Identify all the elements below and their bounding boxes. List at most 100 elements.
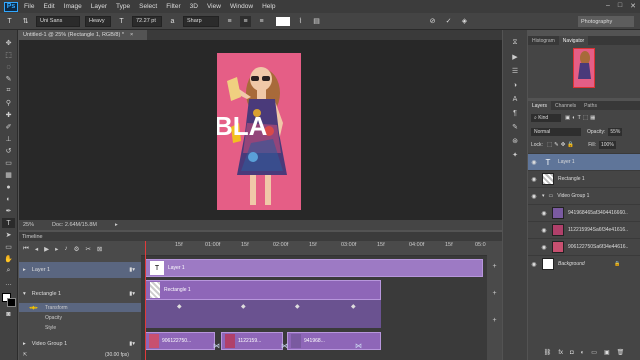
track-menu-icon[interactable]: ▮▾: [129, 291, 135, 297]
transition-icon[interactable]: ⊠: [97, 245, 102, 253]
layer-item[interactable]: ◉ 941968465af3404416660...: [528, 204, 640, 221]
commit-icon[interactable]: ✓: [443, 16, 454, 27]
tab-paths[interactable]: Paths: [580, 101, 601, 110]
delete-layer-icon[interactable]: 🗑: [617, 349, 625, 356]
property-transform[interactable]: ◂◆▸ Transform: [19, 303, 141, 312]
keyframe-icon[interactable]: ◆: [177, 303, 182, 310]
clip-layer-1[interactable]: T Layer 1: [145, 259, 483, 277]
actions-panel-icon[interactable]: ▶: [509, 52, 521, 62]
font-style-select[interactable]: Heavy: [85, 15, 111, 27]
fx-icon[interactable]: fx: [558, 350, 563, 356]
transition-icon[interactable]: ⋈: [281, 342, 288, 350]
next-frame-icon[interactable]: ▸: [55, 245, 58, 253]
kind-select[interactable]: ⌕ Kind: [531, 114, 561, 122]
menu-help[interactable]: Help: [262, 3, 275, 10]
visibility-eye-icon[interactable]: ◉: [528, 193, 540, 200]
warp-text-icon[interactable]: ⌇: [295, 16, 306, 27]
tab-histogram[interactable]: Histogram: [528, 36, 559, 45]
adjustment-icon[interactable]: ◐: [581, 350, 585, 356]
move-tool-icon[interactable]: ✥: [2, 38, 15, 48]
keyframe-lane[interactable]: ◆ ◆ ◆ ◆: [145, 300, 381, 328]
healing-tool-icon[interactable]: ✚: [2, 110, 15, 120]
gradient-tool-icon[interactable]: ▦: [2, 170, 15, 180]
antialias-select[interactable]: Sharp: [183, 15, 219, 27]
layer-item[interactable]: ◉ 112215994Sa6f34e41616...: [528, 221, 640, 238]
tab-channels[interactable]: Channels: [551, 101, 580, 110]
expand-icon[interactable]: ▸: [23, 267, 26, 273]
timeline-ruler[interactable]: 15f 01:00f 15f 02:00f 15f 03:00f 15f 04:…: [141, 241, 487, 256]
close-button[interactable]: ✕: [630, 2, 636, 10]
zoom-level[interactable]: 25%: [23, 222, 34, 228]
settings-icon[interactable]: ⚙: [74, 245, 80, 253]
visibility-eye-icon[interactable]: ◉: [538, 227, 550, 234]
styles-panel-icon[interactable]: ✦: [509, 150, 521, 160]
clip-rectangle-1[interactable]: Rectangle 1: [145, 280, 381, 300]
menu-filter[interactable]: Filter: [166, 3, 180, 10]
layer-group[interactable]: ◉ ▾ ▭ Video Group 1: [528, 187, 640, 204]
path-select-tool-icon[interactable]: ➤: [2, 230, 15, 240]
color-swatches[interactable]: [1, 293, 16, 307]
shape-tool-icon[interactable]: ▭: [2, 242, 15, 252]
minimize-button[interactable]: –: [606, 2, 610, 10]
type-tool-icon[interactable]: T: [2, 218, 15, 228]
adjustments-panel-icon[interactable]: ◑: [509, 80, 521, 90]
split-icon[interactable]: ✂: [85, 245, 90, 253]
menu-view[interactable]: View: [207, 3, 221, 10]
edit-toolbar-icon[interactable]: …: [2, 278, 15, 288]
menu-edit[interactable]: Edit: [43, 3, 54, 10]
render-video-icon[interactable]: ⇱: [23, 352, 27, 358]
keyframe-icon[interactable]: ◆: [351, 303, 356, 310]
layer-item[interactable]: ◉ Rectangle 1: [528, 170, 640, 187]
character-panel-icon[interactable]: A: [509, 94, 521, 104]
opacity-input[interactable]: 55%: [608, 128, 623, 136]
clip-video-2[interactable]: 1122159...: [221, 332, 283, 350]
properties-panel-icon[interactable]: ☰: [509, 66, 521, 76]
track-menu-icon[interactable]: ▮▾: [129, 341, 135, 347]
track-rectangle-1[interactable]: ▾ Rectangle 1 ▮▾: [19, 286, 141, 302]
quick-select-tool-icon[interactable]: ✎: [2, 74, 15, 84]
blur-tool-icon[interactable]: ●: [2, 182, 15, 192]
lock-icons[interactable]: ⬚✎✥🔒: [547, 142, 576, 148]
lock-icon[interactable]: 🔒: [614, 261, 620, 267]
expand-icon[interactable]: ▸: [23, 341, 26, 347]
menu-image[interactable]: Image: [64, 3, 82, 10]
crop-tool-icon[interactable]: ⌗: [2, 86, 15, 96]
transition-icon[interactable]: ⋈: [355, 342, 362, 350]
fill-input[interactable]: 100%: [599, 141, 616, 149]
menu-type[interactable]: Type: [116, 3, 130, 10]
document-tab[interactable]: Untitled-1 @ 25% (Rectangle 1, RGB/8) * …: [19, 30, 147, 40]
menu-3d[interactable]: 3D: [190, 3, 198, 10]
property-style[interactable]: Style: [19, 323, 141, 332]
new-group-icon[interactable]: ▭: [591, 349, 597, 356]
collapse-icon[interactable]: ▾: [23, 291, 26, 297]
type-tool-icon[interactable]: T: [4, 16, 15, 27]
orientation-icon[interactable]: ⇅: [20, 16, 31, 27]
collapse-icon[interactable]: ▾: [542, 193, 545, 199]
eyedropper-tool-icon[interactable]: ⚲: [2, 98, 15, 108]
visibility-eye-icon[interactable]: ◉: [528, 261, 540, 268]
paragraph-panel-icon[interactable]: ¶: [509, 108, 521, 118]
keyframe-icon[interactable]: ◆: [295, 303, 300, 310]
brush-panel-icon[interactable]: ✎: [509, 122, 521, 132]
navigator-thumbnail[interactable]: [573, 48, 595, 88]
playhead[interactable]: [145, 241, 146, 360]
close-tab-icon[interactable]: ×: [130, 32, 133, 38]
clone-source-icon[interactable]: ⊛: [509, 136, 521, 146]
history-panel-icon[interactable]: ⧖: [509, 38, 521, 48]
history-brush-icon[interactable]: ↺: [2, 146, 15, 156]
keyframe-icon[interactable]: ◆: [241, 303, 246, 310]
text-color-swatch[interactable]: [276, 16, 290, 26]
align-right-icon[interactable]: ≡: [256, 16, 267, 27]
font-family-select[interactable]: Uni Sans: [36, 15, 80, 27]
tab-layers[interactable]: Layers: [528, 101, 552, 110]
pen-tool-icon[interactable]: ✒: [2, 206, 15, 216]
hand-tool-icon[interactable]: ✋: [2, 254, 15, 264]
quick-mask-icon[interactable]: ◙: [2, 309, 15, 319]
add-media-icon[interactable]: +: [492, 290, 496, 297]
menu-layer[interactable]: Layer: [91, 3, 107, 10]
visibility-eye-icon[interactable]: ◉: [528, 176, 540, 183]
layer-item[interactable]: ◉ 906122750Sa6f34e44616...: [528, 238, 640, 255]
character-panel-icon[interactable]: ▤: [311, 16, 322, 27]
lasso-tool-icon[interactable]: ◌: [2, 62, 15, 72]
visibility-eye-icon[interactable]: ◉: [538, 244, 550, 251]
